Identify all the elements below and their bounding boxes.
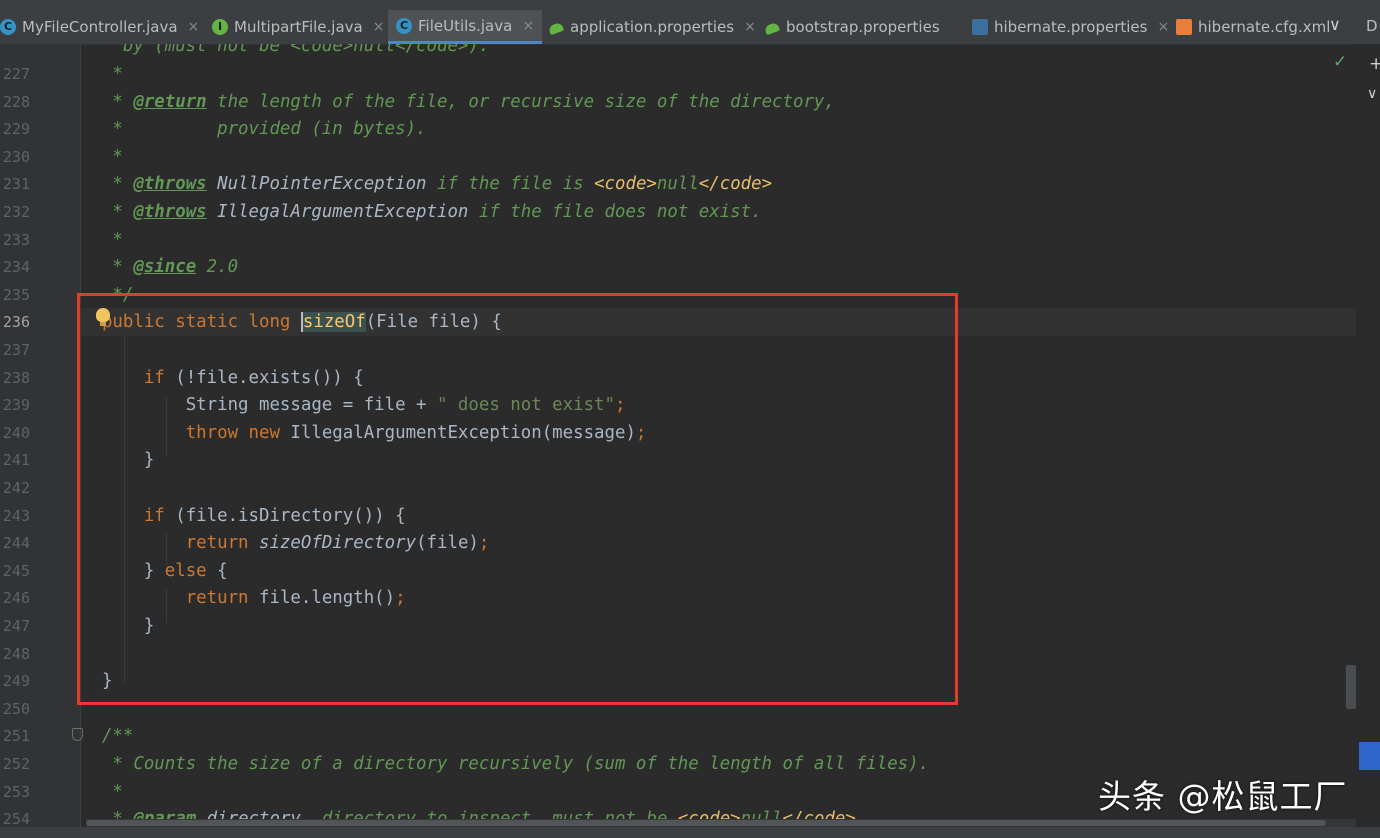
close-icon[interactable]: × (522, 18, 534, 34)
java-class-icon (0, 19, 16, 35)
code-line-240: throw new IllegalArgumentException(messa… (81, 423, 647, 443)
tab-label: bootstrap.properties (786, 18, 940, 36)
code-line-233: * (81, 230, 123, 250)
code-line-236: public static long sizeOf(File file) { (81, 308, 1356, 336)
vertical-scrollbar-thumb[interactable] (1346, 665, 1356, 709)
line-number: 248 (2, 645, 30, 663)
tab-label: application.properties (570, 18, 735, 36)
close-icon[interactable]: × (744, 19, 756, 35)
tab-label: hibernate.cfg.xml (1198, 18, 1331, 36)
tab-hibernate-cfg-xml[interactable]: hibernate.cfg.xml (1176, 10, 1330, 44)
tab-list-dropdown-icon[interactable]: ∨ (1329, 15, 1341, 34)
javadoc-tag: @return (133, 92, 207, 112)
code-line-244: return sizeOfDirectory(file); (81, 533, 490, 553)
code-line-246: return file.length(); (81, 588, 406, 608)
tab-label: MyFileController.java (22, 18, 178, 36)
code-line-247: } (81, 616, 155, 636)
watermark: 头条 @松鼠工厂 (1098, 777, 1348, 816)
status-bar (0, 827, 1380, 838)
close-icon[interactable]: × (373, 19, 385, 35)
line-number: 249 (2, 672, 30, 690)
line-number: 246 (2, 589, 30, 607)
line-number: 251 (2, 727, 30, 745)
line-number: 241 (2, 451, 30, 469)
spring-properties-icon (548, 19, 564, 35)
tab-multipartfile[interactable]: MultipartFile.java × (212, 10, 384, 44)
line-number: 237 (2, 341, 30, 359)
intention-lightbulb-icon[interactable] (96, 308, 110, 326)
code-line-232: * @throws IllegalArgumentException if th… (81, 202, 762, 222)
code-line-249: } (81, 671, 113, 691)
tab-label: FileUtils.java (418, 16, 513, 35)
javadoc-tag: @throws (133, 174, 207, 194)
code-line-252: * Counts the size of a directory recursi… (81, 754, 930, 774)
javadoc-tag: @throws (133, 202, 207, 222)
tool-window-marker[interactable] (1359, 742, 1380, 770)
java-class-icon (396, 17, 412, 34)
tab-label: MultipartFile.java (234, 18, 363, 36)
code-line-227: * (81, 64, 123, 84)
line-number: 244 (2, 534, 30, 552)
xml-file-icon (1176, 19, 1192, 35)
code-line-238: if (!file.exists()) { (81, 368, 364, 388)
tab-myfilecontroller[interactable]: MyFileController.java × (0, 10, 199, 44)
tab-hibernate-properties[interactable]: hibernate.properties × (972, 10, 1169, 44)
tab-label: hibernate.properties (994, 18, 1148, 36)
java-interface-icon (212, 19, 228, 35)
line-number: 253 (2, 783, 30, 801)
method-name-sizeof[interactable]: sizeOf (300, 312, 366, 332)
line-number: 231 (2, 175, 30, 193)
code-line-239: String message = file + " does not exist… (81, 395, 626, 415)
close-icon[interactable]: × (1157, 19, 1169, 35)
code-editor[interactable]: by (must not be <code>null</code>). * * … (81, 44, 1356, 819)
line-number: 235 (2, 286, 30, 304)
horizontal-scrollbar-thumb[interactable] (86, 820, 1326, 826)
hibernate-properties-icon (972, 19, 988, 35)
tab-fileutils[interactable]: FileUtils.java × (388, 10, 543, 44)
close-icon[interactable]: × (188, 19, 200, 35)
line-number: 243 (2, 507, 30, 525)
spring-properties-icon (764, 19, 780, 35)
tab-overflow-label[interactable]: D (1366, 17, 1378, 35)
tab-bootstrap-properties[interactable]: bootstrap.properties (764, 10, 940, 44)
code-line-234: * @since 2.0 (81, 257, 239, 277)
line-number: 242 (2, 479, 30, 497)
code-line-253: * (81, 782, 123, 802)
javadoc-tag: @since (133, 257, 197, 277)
code-line-229: * provided (in bytes). (81, 119, 427, 139)
line-number: 230 (2, 148, 30, 166)
tab-application-properties[interactable]: application.properties × (548, 10, 756, 44)
line-number: 247 (2, 617, 30, 635)
chevron-down-icon[interactable]: ∨ (1367, 86, 1377, 102)
plus-icon[interactable]: + (1369, 54, 1380, 74)
code-line-228: * @return the length of the file, or rec… (81, 92, 835, 112)
code-line-245: } else { (81, 561, 228, 581)
line-number-gutter[interactable]: 227 228 229 230 231 232 233 234 235 236 … (0, 44, 81, 838)
code-line-241: } (81, 450, 155, 470)
right-tool-strip (1356, 44, 1380, 838)
line-number: 232 (2, 203, 30, 221)
line-number: 228 (2, 93, 30, 111)
code-line-251: /** (81, 726, 134, 746)
line-number: 252 (2, 755, 30, 773)
current-line-number: 236 (2, 313, 30, 331)
inspection-ok-check-icon[interactable]: ✓ (1333, 52, 1347, 72)
line-number: 234 (2, 258, 30, 276)
code-line-254: * @param directory directory to inspect,… (81, 805, 855, 819)
code-line-231: * @throws NullPointerException if the fi… (81, 174, 773, 194)
line-number: 245 (2, 562, 30, 580)
line-number: 233 (2, 231, 30, 249)
code-line-235: */ (81, 285, 134, 305)
code-line-243: if (file.isDirectory()) { (81, 506, 406, 526)
line-number: 240 (2, 424, 30, 442)
line-number: 229 (2, 120, 30, 138)
editor-tab-bar: MyFileController.java × MultipartFile.ja… (0, 0, 1380, 45)
line-number: 250 (2, 700, 30, 718)
code-line-226: by (must not be <code>null</code>). (81, 44, 490, 56)
line-number: 227 (2, 65, 30, 83)
javadoc-tag: @param (133, 809, 197, 819)
line-number: 239 (2, 396, 30, 414)
line-number: 238 (2, 369, 30, 387)
code-line-230: * (81, 147, 123, 167)
